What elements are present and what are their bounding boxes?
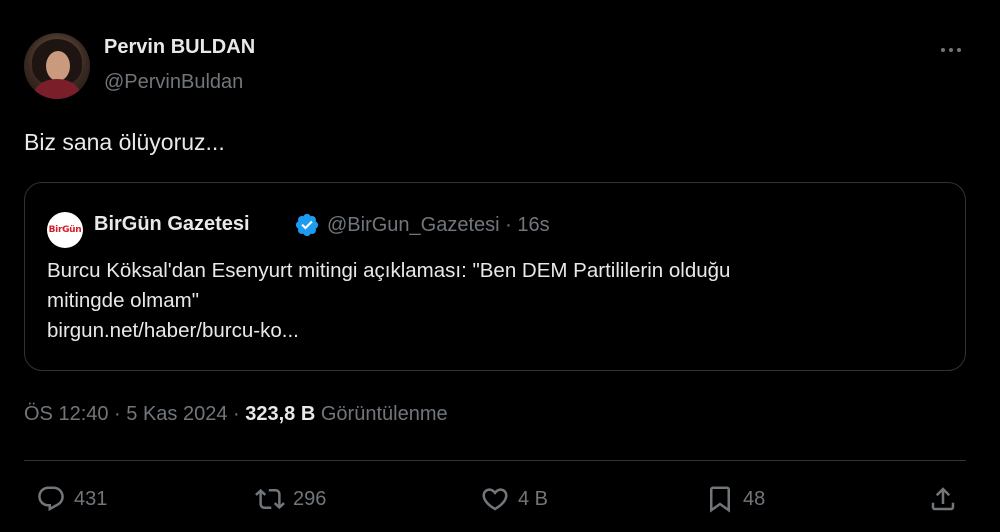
reply-count: 431: [74, 487, 108, 510]
verified-badge-icon: [295, 213, 319, 237]
author-handle[interactable]: @PervinBuldan: [104, 71, 243, 94]
quote-handle-time[interactable]: @BirGun_Gazetesi · 16s: [327, 214, 550, 237]
more-dot: [957, 48, 961, 52]
more-options-icon[interactable]: [936, 38, 966, 62]
tweet-timestamp[interactable]: ÖS 12:40 · 5 Kas 2024 ·: [24, 403, 245, 425]
quoted-tweet-card[interactable]: BirGün BirGün Gazetesi @BirGun_Gazetesi …: [24, 182, 966, 371]
quote-display-name[interactable]: BirGün Gazetesi: [94, 213, 250, 236]
reply-icon: [38, 486, 64, 512]
divider: [24, 460, 966, 461]
repost-count: 296: [293, 487, 327, 510]
author-avatar[interactable]: [24, 33, 90, 99]
reply-button[interactable]: 431: [36, 482, 107, 516]
birgun-logo: BirGün: [48, 225, 82, 235]
quote-text-line: Burcu Köksal'dan Esenyurt mitingi açıkla…: [47, 259, 731, 282]
tweet-text: Biz sana ölüyoruz...: [24, 129, 225, 155]
like-count: 4 B: [518, 487, 549, 510]
like-button[interactable]: 4 B: [480, 482, 548, 516]
tweet-meta: ÖS 12:40 · 5 Kas 2024 · 323,8 B Görüntül…: [24, 403, 448, 426]
bookmark-count: 48: [743, 487, 766, 510]
avatar-body: [34, 79, 80, 99]
share-icon: [931, 487, 955, 511]
views-label: Görüntülenme: [315, 403, 448, 425]
more-dot: [949, 48, 953, 52]
quote-text-line: mitingde olmam": [47, 289, 199, 312]
more-dot: [941, 48, 945, 52]
quote-body: Burcu Köksal'dan Esenyurt mitingi açıkla…: [47, 256, 927, 346]
bookmark-button[interactable]: 48: [705, 482, 765, 516]
avatar-face: [46, 51, 70, 81]
quote-avatar[interactable]: BirGün: [47, 212, 83, 248]
quote-link[interactable]: birgun.net/haber/burcu-ko...: [47, 316, 927, 346]
views-count: 323,8 B: [245, 403, 316, 425]
repost-icon: [255, 488, 285, 510]
share-button[interactable]: [928, 482, 958, 516]
bookmark-icon: [710, 486, 730, 513]
heart-icon: [482, 488, 508, 511]
repost-button[interactable]: 296: [255, 482, 326, 516]
author-display-name[interactable]: Pervin BULDAN: [104, 36, 255, 59]
